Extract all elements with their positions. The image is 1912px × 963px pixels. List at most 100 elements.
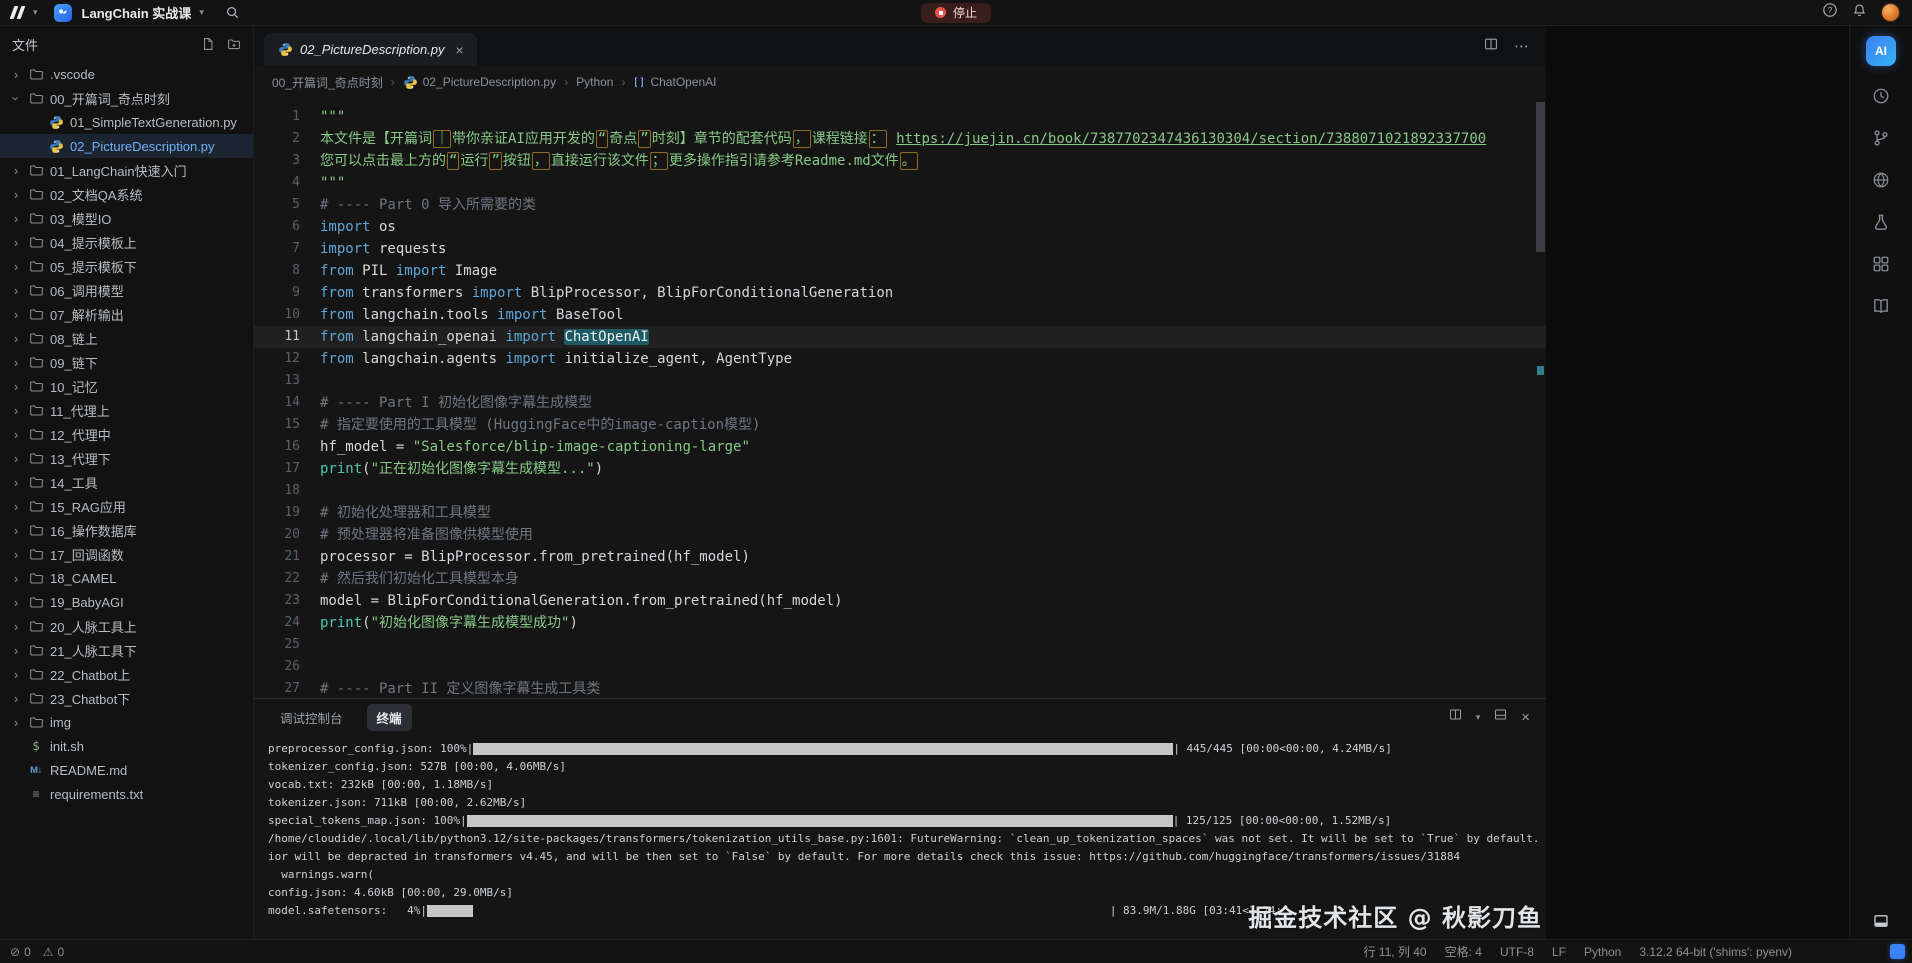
chevron-down-icon[interactable]: ▾	[33, 8, 38, 17]
tree-item-folder[interactable]: ›02_文档QA系统	[0, 182, 253, 206]
code-line[interactable]: 23model = BlipForConditionalGeneration.f…	[254, 590, 1546, 612]
tree-item-file[interactable]: ›≡requirements.txt	[0, 782, 253, 806]
status-item[interactable]: 空格: 4	[1445, 943, 1482, 960]
editor-scrollbar[interactable]	[1534, 98, 1546, 698]
tree-item-folder[interactable]: ›img	[0, 710, 253, 734]
code-line[interactable]: 4"""	[254, 172, 1546, 194]
globe-icon[interactable]	[1871, 170, 1891, 190]
tree-item-file[interactable]: ›$init.sh	[0, 734, 253, 758]
scrollbar-thumb[interactable]	[1536, 102, 1545, 252]
grid-icon[interactable]	[1871, 254, 1891, 274]
branch-icon[interactable]	[1871, 128, 1891, 148]
tree-item-file[interactable]: ›01_SimpleTextGeneration.py	[0, 110, 253, 134]
tree-item-folder[interactable]: ›08_链上	[0, 326, 253, 350]
tree-item-folder[interactable]: ›17_回调函数	[0, 542, 253, 566]
tab-terminal[interactable]: 终端	[367, 704, 412, 731]
tab-close-icon[interactable]: ×	[456, 43, 464, 57]
new-folder-icon[interactable]	[227, 37, 241, 51]
clock-icon[interactable]	[1871, 86, 1891, 106]
code-line[interactable]: 6import os	[254, 216, 1546, 238]
code-line[interactable]: 15# 指定要使用的工具模型 (HuggingFace中的image-capti…	[254, 414, 1546, 436]
code-line[interactable]: 1"""	[254, 106, 1546, 128]
new-file-icon[interactable]	[201, 37, 215, 51]
chevron-down-icon[interactable]: ▾	[1476, 713, 1481, 722]
tree-item-folder[interactable]: ›01_LangChain快速入门	[0, 158, 253, 182]
code-line[interactable]: 11from langchain_openai import ChatOpenA…	[254, 326, 1546, 348]
tree-item-folder[interactable]: ›19_BabyAGI	[0, 590, 253, 614]
panel-toggle-icon[interactable]	[1871, 911, 1891, 931]
code-line[interactable]: 8from PIL import Image	[254, 260, 1546, 282]
user-avatar[interactable]	[1881, 3, 1900, 22]
more-actions-icon[interactable]: ⋯	[1514, 37, 1530, 55]
feedback-badge[interactable]	[1890, 944, 1905, 959]
tree-item-folder[interactable]: ›14_工具	[0, 470, 253, 494]
code-line[interactable]: 27# ---- Part II 定义图像字幕生成工具类	[254, 678, 1546, 698]
status-item[interactable]: 3.12.2 64-bit ('shims': pyenv)	[1639, 945, 1792, 959]
code-line[interactable]: 21processor = BlipProcessor.from_pretrai…	[254, 546, 1546, 568]
code-line[interactable]: 18	[254, 480, 1546, 502]
code-line[interactable]: 2本文件是【开篇词｜带你亲证AI应用开发的“奇点”时刻】章节的配套代码，课程链接…	[254, 128, 1546, 150]
maximize-panel-icon[interactable]	[1494, 708, 1507, 726]
tree-item-folder[interactable]: ›07_解析输出	[0, 302, 253, 326]
tree-item-folder[interactable]: ›15_RAG应用	[0, 494, 253, 518]
tree-item-folder[interactable]: ›18_CAMEL	[0, 566, 253, 590]
tree-item-file[interactable]: ›M↓README.md	[0, 758, 253, 782]
breadcrumb-item[interactable]: ChatOpenAI	[633, 75, 716, 89]
tree-item-folder[interactable]: ›23_Chatbot下	[0, 686, 253, 710]
tree-item-folder[interactable]: ›03_模型IO	[0, 206, 253, 230]
code-line[interactable]: 24print("初始化图像字幕生成模型成功")	[254, 612, 1546, 634]
tree-item-folder[interactable]: ›09_链下	[0, 350, 253, 374]
chevron-down-icon[interactable]: ▾	[199, 8, 204, 17]
code-line[interactable]: 14# ---- Part I 初始化图像字幕生成模型	[254, 392, 1546, 414]
close-panel-icon[interactable]: ×	[1521, 710, 1530, 725]
code-line[interactable]: 7import requests	[254, 238, 1546, 260]
code-line[interactable]: 13	[254, 370, 1546, 392]
bell-icon[interactable]	[1852, 3, 1867, 23]
breadcrumb-item[interactable]: Python	[576, 75, 613, 89]
status-item[interactable]: LF	[1552, 945, 1566, 959]
warning-count[interactable]: ⚠ 0	[43, 945, 64, 959]
code-line[interactable]: 22# 然后我们初始化工具模型本身	[254, 568, 1546, 590]
project-name[interactable]: LangChain 实战课	[82, 3, 192, 22]
tab-debug-console[interactable]: 调试控制台	[270, 704, 353, 731]
tree-item-folder[interactable]: ›.vscode	[0, 62, 253, 86]
code-line[interactable]: 26	[254, 656, 1546, 678]
code-line[interactable]: 9from transformers import BlipProcessor,…	[254, 282, 1546, 304]
code-line[interactable]: 16hf_model = "Salesforce/blip-image-capt…	[254, 436, 1546, 458]
status-item[interactable]: UTF-8	[1500, 945, 1534, 959]
app-logo-icon[interactable]	[12, 6, 23, 19]
code-line[interactable]: 5# ---- Part 0 导入所需要的类	[254, 194, 1546, 216]
code-line[interactable]: 17print("正在初始化图像字幕生成模型...")	[254, 458, 1546, 480]
tree-item-folder[interactable]: ›00_开篇词_奇点时刻	[0, 86, 253, 110]
tree-item-folder[interactable]: ›10_记忆	[0, 374, 253, 398]
split-editor-icon[interactable]	[1484, 37, 1498, 56]
code-line[interactable]: 19# 初始化处理器和工具模型	[254, 502, 1546, 524]
tree-item-folder[interactable]: ›06_调用模型	[0, 278, 253, 302]
code-line[interactable]: 10from langchain.tools import BaseTool	[254, 304, 1546, 326]
tree-item-folder[interactable]: ›21_人脉工具下	[0, 638, 253, 662]
tree-item-folder[interactable]: ›11_代理上	[0, 398, 253, 422]
split-terminal-icon[interactable]	[1449, 708, 1462, 726]
tree-item-file[interactable]: ›02_PictureDescription.py	[0, 134, 253, 158]
status-item[interactable]: 行 11, 列 40	[1363, 943, 1426, 960]
ai-assistant-badge[interactable]: AI	[1866, 36, 1896, 66]
tree-item-folder[interactable]: ›20_人脉工具上	[0, 614, 253, 638]
stop-button[interactable]: 停止	[921, 3, 991, 23]
book-icon[interactable]	[1871, 296, 1891, 316]
tree-item-folder[interactable]: ›12_代理中	[0, 422, 253, 446]
code-editor[interactable]: 1"""2本文件是【开篇词｜带你亲证AI应用开发的“奇点”时刻】章节的配套代码，…	[254, 98, 1546, 698]
terminal-output[interactable]: preprocessor_config.json: 100%|| 445/445…	[254, 735, 1546, 939]
status-item[interactable]: Python	[1584, 945, 1621, 959]
tree-item-folder[interactable]: ›05_提示模板下	[0, 254, 253, 278]
code-line[interactable]: 25	[254, 634, 1546, 656]
help-icon[interactable]: ?	[1822, 2, 1838, 23]
code-line[interactable]: 20# 预处理器将准备图像供模型使用	[254, 524, 1546, 546]
breadcrumb-item[interactable]: 00_开篇词_奇点时刻	[272, 74, 383, 91]
search-icon[interactable]	[222, 3, 244, 23]
tree-item-folder[interactable]: ›13_代理下	[0, 446, 253, 470]
breadcrumb-item[interactable]: 02_PictureDescription.py	[403, 75, 556, 90]
tree-item-folder[interactable]: ›22_Chatbot上	[0, 662, 253, 686]
editor-tab[interactable]: 02_PictureDescription.py ×	[264, 33, 477, 66]
code-line[interactable]: 12from langchain.agents import initializ…	[254, 348, 1546, 370]
tree-item-folder[interactable]: ›16_操作数据库	[0, 518, 253, 542]
